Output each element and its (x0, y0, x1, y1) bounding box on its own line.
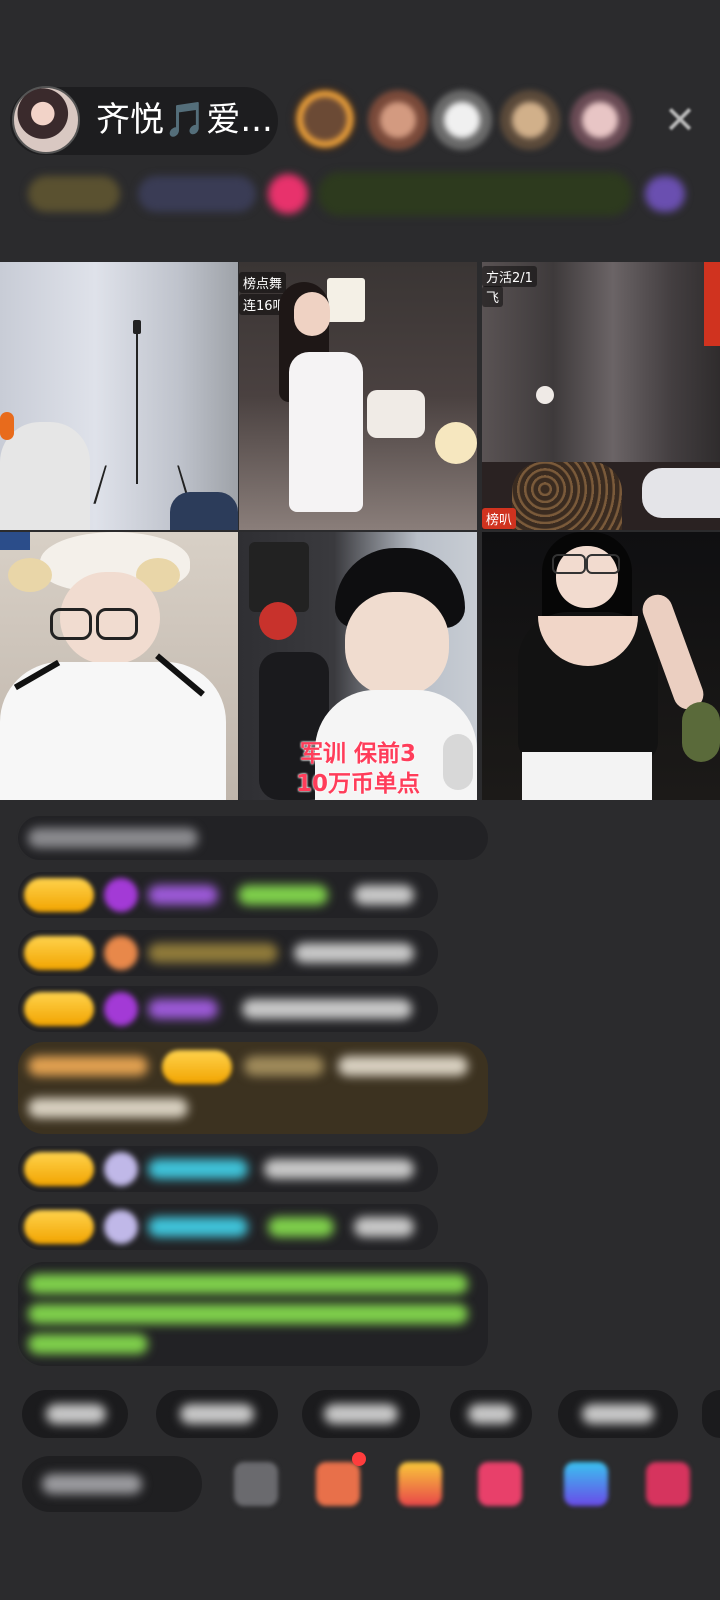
gift-icon[interactable] (398, 1462, 442, 1506)
video-tile[interactable] (482, 532, 720, 800)
video-tile[interactable]: 榜点舞 连16吧 (239, 262, 477, 530)
video-tile[interactable] (0, 262, 238, 530)
overlay-text: 10万币单点 (295, 771, 420, 797)
chat-message (18, 986, 438, 1032)
more-badge-icon[interactable] (645, 176, 685, 212)
badge-icon (104, 1152, 138, 1186)
gift-badge-icon[interactable] (268, 174, 308, 214)
viewer-avatar[interactable] (292, 86, 358, 152)
pk-icon[interactable] (478, 1462, 522, 1506)
quick-reply-button[interactable] (702, 1390, 720, 1438)
level-badge (24, 1210, 94, 1244)
badge-icon (104, 1210, 138, 1244)
notification-dot (352, 1452, 366, 1466)
level-badge (24, 936, 94, 970)
system-message (18, 816, 488, 860)
notice-message (18, 1262, 488, 1366)
chat-message (18, 1204, 438, 1250)
chat-message (18, 1146, 438, 1192)
viewer-avatar[interactable] (368, 90, 428, 150)
chat-message (18, 930, 438, 976)
close-icon[interactable]: ✕ (662, 101, 698, 139)
chat-input[interactable] (22, 1456, 202, 1512)
chat-message (18, 872, 438, 918)
video-tile[interactable]: 方活2/1 飞 榜叭 (482, 262, 720, 530)
video-tile[interactable] (0, 532, 238, 800)
game-icon[interactable] (564, 1462, 608, 1506)
level-badge (24, 878, 94, 912)
viewer-avatar[interactable] (432, 90, 492, 150)
video-grid: 榜点舞 连16吧 方活2/1 飞 榜叭 军训 保前3 10万币单点 (0, 262, 720, 802)
viewer-avatar[interactable] (570, 90, 630, 150)
gift-box-icon[interactable] (316, 1462, 360, 1506)
quick-reply-button[interactable] (156, 1390, 278, 1438)
quick-reply-button[interactable] (22, 1390, 128, 1438)
overlay-text: 军训 保前3 (299, 741, 416, 767)
emoji-icon[interactable] (234, 1462, 278, 1506)
hot-badge[interactable] (138, 176, 256, 212)
gem-icon (104, 878, 138, 912)
badge-icon (104, 936, 138, 970)
level-badge (24, 992, 94, 1026)
level-badge (162, 1050, 232, 1084)
tile-tag: 方活2/1 (482, 266, 537, 287)
quick-reply-button[interactable] (450, 1390, 532, 1438)
gem-icon (104, 992, 138, 1026)
viewer-avatar[interactable] (500, 90, 560, 150)
quick-reply-button[interactable] (302, 1390, 420, 1438)
more-icon[interactable] (646, 1462, 690, 1506)
level-badge (24, 1152, 94, 1186)
host-avatar[interactable] (12, 86, 80, 154)
tile-badge: 榜叭 (482, 508, 517, 529)
rank-badge[interactable] (28, 176, 120, 212)
tile-tag: 飞 (482, 286, 504, 307)
highlight-message (18, 1042, 488, 1134)
tile-tag: 榜点舞 (239, 272, 287, 293)
quick-reply-button[interactable] (558, 1390, 678, 1438)
activity-banner[interactable] (318, 172, 632, 216)
video-tile[interactable]: 军训 保前3 10万币单点 (239, 532, 477, 800)
host-name[interactable]: 齐悦🎵爱... (96, 100, 276, 140)
